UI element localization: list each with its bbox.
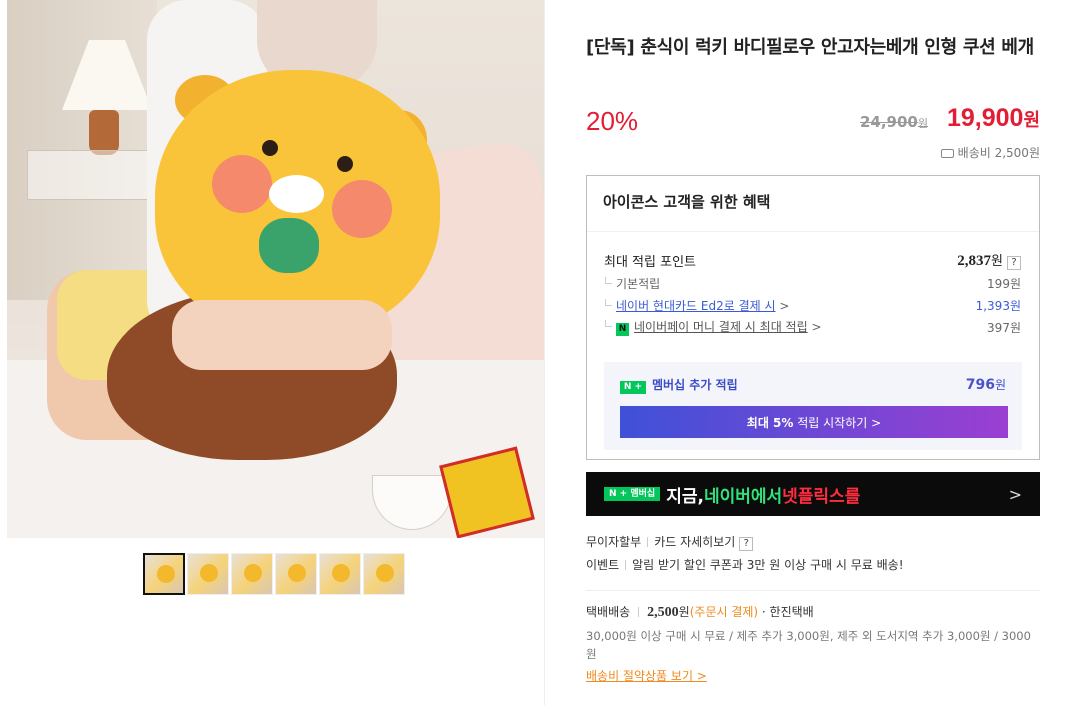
membership-row: N + 멤버십 추가 적립 796원 xyxy=(620,376,1006,394)
event-label: 이벤트 xyxy=(586,558,620,572)
cereal-box-image xyxy=(439,446,535,538)
original-price-unit: 원 xyxy=(917,117,928,130)
snacks-image xyxy=(372,446,542,538)
npay-money-link[interactable]: 네이버페이 머니 결제 시 최대 적립 xyxy=(634,320,808,334)
banner-text-green: 네이버에서 xyxy=(703,486,783,507)
event-row: 이벤트 알림 받기 할인 쿠폰과 3만 원 이상 구매 시 무료 배송! xyxy=(586,554,904,577)
benefit-title: 아이콘스 고객을 위한 혜택 xyxy=(587,176,1039,232)
installment-label: 무이자할부 xyxy=(586,535,642,549)
installment-row: 무이자할부 카드 자세히보기? xyxy=(586,531,904,554)
benefit-box: 아이콘스 고객을 위한 혜택 최대 적립 포인트 2,837원? 기본적립 19… xyxy=(586,175,1040,460)
thumbnail-3[interactable] xyxy=(231,553,273,595)
naver-plus-icon: N + xyxy=(620,381,646,394)
payment-meta: 무이자할부 카드 자세히보기? 이벤트 알림 받기 할인 쿠폰과 3만 원 이상 구… xyxy=(586,531,904,577)
delivery-info: 택배배송 2,500원(주문시 결제) · 한진택배 30,000원 이상 구매 … xyxy=(586,603,1040,684)
membership-value: 796 xyxy=(965,377,995,393)
chevron-right-icon[interactable]: > xyxy=(779,299,789,313)
card-payment-link[interactable]: 네이버 현대카드 Ed2로 결제 시 xyxy=(616,299,776,313)
points-row-npay: N 네이버페이 머니 결제 시 최대 적립 > 397원 xyxy=(604,316,1021,338)
delivery-fee: 2,500 xyxy=(647,605,679,620)
plush-muzzle-image xyxy=(269,175,324,213)
plush-eye-image xyxy=(262,140,278,156)
original-price-value: 24,900 xyxy=(859,113,918,131)
divider xyxy=(647,537,649,547)
event-text: 알림 받기 할인 쿠폰과 3만 원 이상 구매 시 무료 배송! xyxy=(632,558,904,572)
max-points-amount: 2,837원? xyxy=(957,250,1021,270)
points-row-value: 199원 xyxy=(987,276,1021,291)
shipping-fee-text: 배송비 2,500원 xyxy=(957,146,1040,160)
lamp-base-image xyxy=(89,110,119,155)
product-gallery xyxy=(0,0,545,705)
membership-button-bold: 최대 5% xyxy=(746,415,794,430)
npay-icon: N xyxy=(616,323,629,336)
product-title: [단독] 춘식이 럭키 바디필로우 안고자는베개 인형 쿠션 베개 xyxy=(586,37,1034,58)
points-row-card: 네이버 현대카드 Ed2로 결제 시 > 1,393원 xyxy=(604,294,1021,316)
membership-amount: 796원 xyxy=(966,376,1006,394)
divider xyxy=(638,607,640,617)
thumbnail-1[interactable] xyxy=(143,553,185,595)
plush-eye-image xyxy=(337,156,353,172)
max-points-row: 최대 적립 포인트 2,837원? xyxy=(604,248,1021,272)
delivery-fee-unit: 원 xyxy=(678,605,690,619)
max-points-label: 최대 적립 포인트 xyxy=(604,254,696,270)
sale-price: 19,900원 xyxy=(947,104,1040,133)
chevron-right-icon[interactable]: > xyxy=(811,320,821,334)
banner-text-red: 넷플릭스를 xyxy=(782,486,861,507)
plush-cheek-image xyxy=(332,180,392,238)
divider xyxy=(625,560,627,570)
netflix-promo-banner[interactable]: N + 멤버십 지금, 네이버에서 넷플릭스를 > xyxy=(586,472,1040,516)
sale-price-unit: 원 xyxy=(1023,110,1040,130)
membership-button-text: 적립 시작하기 > xyxy=(793,415,882,430)
plush-clover-image xyxy=(259,218,319,273)
membership-panel: N + 멤버십 추가 적립 796원 최대 5% 적립 시작하기 > xyxy=(604,362,1022,450)
thumbnail-strip xyxy=(143,553,405,595)
points-row-basic: 기본적립 199원 xyxy=(604,272,1021,294)
points-row-label-wrap: N 네이버페이 머니 결제 시 최대 적립 > xyxy=(604,318,822,336)
thumbnail-5[interactable] xyxy=(319,553,361,595)
delivery-method: 택배배송 xyxy=(586,605,631,619)
banner-text-white: 지금, xyxy=(666,486,704,507)
bowl-image xyxy=(372,475,452,530)
original-price: 24,900원 xyxy=(860,113,928,131)
points-row-label: 기본적립 xyxy=(604,275,660,292)
delivery-courier: · 한진택배 xyxy=(758,605,814,619)
shipping-save-link[interactable]: 배송비 절약상품 보기 > xyxy=(586,667,707,684)
truck-icon xyxy=(940,149,954,158)
card-detail-link[interactable]: 카드 자세히보기 xyxy=(654,535,735,549)
help-icon[interactable]: ? xyxy=(739,537,754,551)
naver-membership-tag: N + 멤버십 xyxy=(604,487,661,501)
discount-rate: 20% xyxy=(586,106,639,136)
points-row-label-wrap: 네이버 현대카드 Ed2로 결제 시 > xyxy=(604,297,789,314)
person-hands-image xyxy=(172,300,392,370)
membership-unit: 원 xyxy=(994,378,1006,392)
benefit-body: 최대 적립 포인트 2,837원? 기본적립 199원 네이버 현대카드 Ed2… xyxy=(587,232,1039,338)
delivery-payment: (주문시 결제) xyxy=(689,605,759,619)
max-points-value: 2,837 xyxy=(957,253,992,269)
delivery-description: 30,000원 이상 구매 시 무료 / 제주 추가 3,000원, 제주 외 … xyxy=(586,629,1031,661)
chevron-right-icon: > xyxy=(1008,484,1022,504)
max-points-unit: 원 xyxy=(991,254,1003,269)
help-icon[interactable]: ? xyxy=(1007,256,1021,270)
points-row-value: 1,393원 xyxy=(975,298,1021,313)
membership-start-button[interactable]: 최대 5% 적립 시작하기 > xyxy=(620,406,1008,438)
points-row-value: 397원 xyxy=(987,320,1021,335)
shelf-image xyxy=(27,150,157,200)
plush-cheek-image xyxy=(212,155,272,213)
membership-label-wrap: N + 멤버십 추가 적립 xyxy=(620,376,738,394)
thumbnail-4[interactable] xyxy=(275,553,317,595)
delivery-row: 택배배송 2,500원(주문시 결제) · 한진택배 xyxy=(586,603,1040,621)
membership-label: 멤버십 추가 적립 xyxy=(652,378,738,392)
thumbnail-2[interactable] xyxy=(187,553,229,595)
section-divider xyxy=(586,590,1040,591)
main-product-image[interactable] xyxy=(7,0,544,538)
shipping-fee: 배송비 2,500원 xyxy=(940,144,1040,161)
sale-price-value: 19,900 xyxy=(946,104,1024,132)
thumbnail-6[interactable] xyxy=(363,553,405,595)
